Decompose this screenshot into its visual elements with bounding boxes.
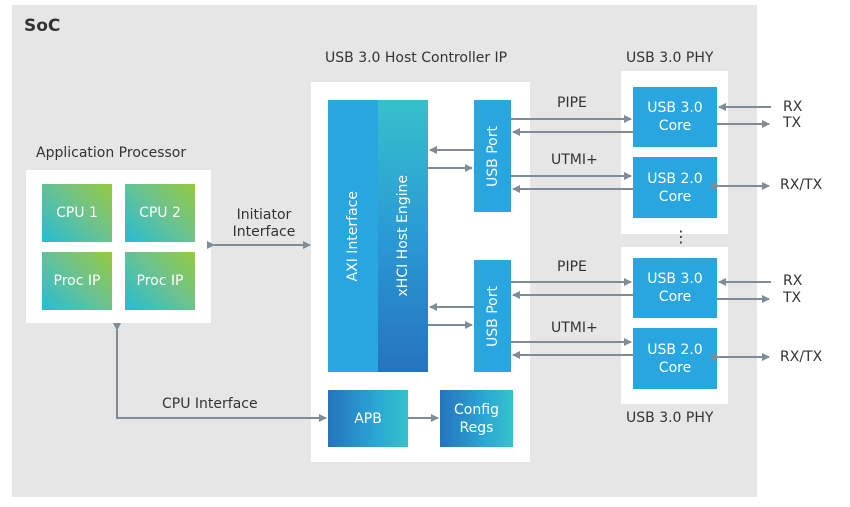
connection-arrows	[113, 103, 771, 422]
cpu-interface-arrow	[113, 323, 327, 422]
